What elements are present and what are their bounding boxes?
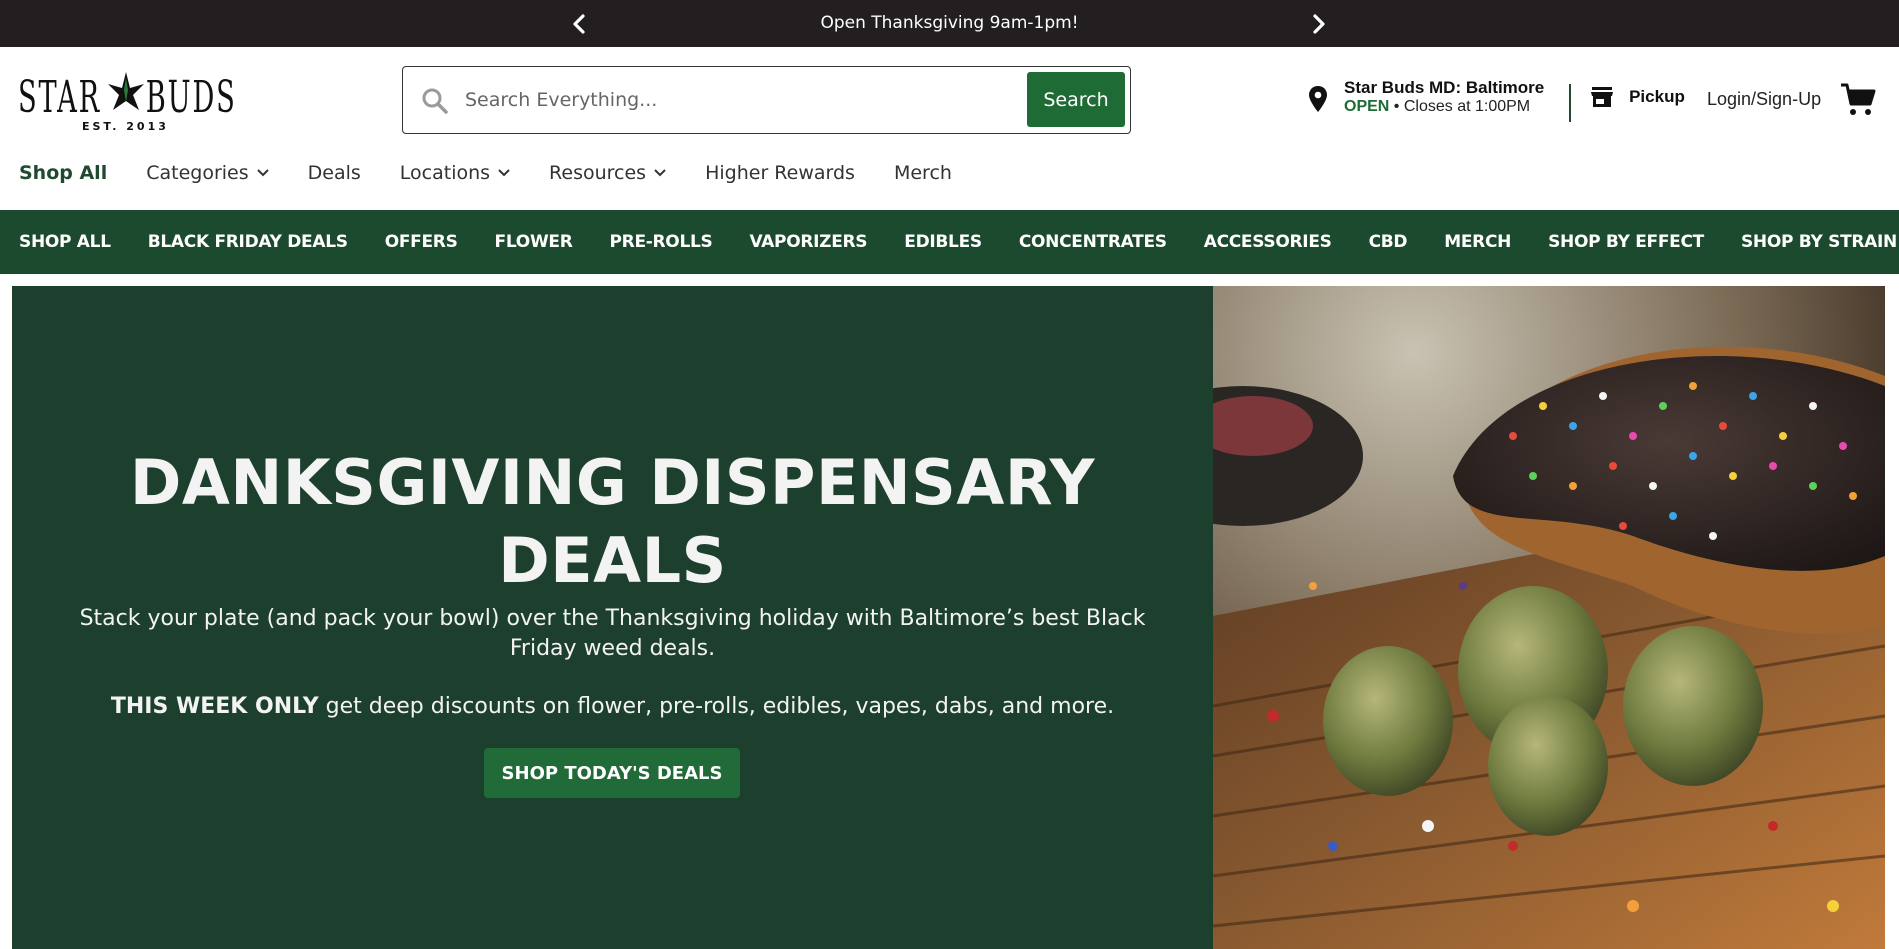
hero-title: DANKSGIVING DISPENSARY DEALS xyxy=(12,444,1213,600)
category-flower[interactable]: FLOWER xyxy=(495,232,573,252)
chevron-right-icon[interactable] xyxy=(1308,12,1330,36)
category-shop-by-strain[interactable]: SHOP BY STRAIN xyxy=(1741,232,1897,252)
store-hours: OPEN • Closes at 1:00PM xyxy=(1344,98,1530,116)
category-black-friday-deals[interactable]: BLACK FRIDAY DEALS xyxy=(148,232,348,252)
store-closing-time: • Closes at 1:00PM xyxy=(1389,98,1531,115)
category-edibles[interactable]: EDIBLES xyxy=(904,232,982,252)
store-open-status: OPEN xyxy=(1344,98,1390,115)
category-pre-rolls[interactable]: PRE-ROLLS xyxy=(610,232,713,252)
nav-shop-all[interactable]: Shop All xyxy=(19,158,107,188)
nav-higher-rewards[interactable]: Higher Rewards xyxy=(705,158,855,188)
nav-resources-label: Resources xyxy=(549,162,647,184)
category-shop-all[interactable]: SHOP ALL xyxy=(19,232,111,252)
cart-icon[interactable] xyxy=(1840,82,1876,118)
category-offers[interactable]: OFFERS xyxy=(385,232,458,252)
category-bar: SHOP ALL BLACK FRIDAY DEALS OFFERS FLOWE… xyxy=(0,210,1899,274)
chevron-down-icon xyxy=(498,169,510,177)
shop-todays-deals-button[interactable]: SHOP TODAY'S DEALS xyxy=(484,748,740,798)
hero-promo-rest: get deep discounts on flower, pre-rolls,… xyxy=(318,694,1115,719)
pickup-label: Pickup xyxy=(1629,87,1685,106)
svg-text:STAR: STAR xyxy=(18,71,101,123)
chevron-down-icon xyxy=(654,169,666,177)
announcement-text: Open Thanksgiving 9am-1pm! xyxy=(820,13,1079,33)
hero-title-line1: DANKSGIVING DISPENSARY xyxy=(129,446,1096,519)
nav-merch[interactable]: Merch xyxy=(894,158,952,188)
svg-text:BUDS: BUDS xyxy=(146,71,237,123)
nav-categories[interactable]: Categories xyxy=(146,158,269,188)
category-merch[interactable]: MERCH xyxy=(1444,232,1511,252)
nav-resources[interactable]: Resources xyxy=(549,158,666,188)
storefront-icon xyxy=(1590,86,1614,108)
hero-promo-text: THIS WEEK ONLY get deep discounts on flo… xyxy=(62,692,1163,722)
pickup-button[interactable]: Pickup xyxy=(1590,86,1685,108)
category-vaporizers[interactable]: VAPORIZERS xyxy=(749,232,867,252)
search-button[interactable]: Search xyxy=(1027,72,1125,127)
nav-categories-label: Categories xyxy=(146,162,249,184)
hero-promo-bold: THIS WEEK ONLY xyxy=(110,694,319,719)
category-concentrates[interactable]: CONCENTRATES xyxy=(1019,232,1167,252)
login-signup-link[interactable]: Login/Sign-Up xyxy=(1707,89,1821,110)
category-shop-by-effect[interactable]: SHOP BY EFFECT xyxy=(1548,232,1704,252)
header-divider xyxy=(1569,84,1571,122)
category-cbd[interactable]: CBD xyxy=(1369,232,1408,252)
search-bar: Search xyxy=(402,66,1131,134)
hero-title-line2: DEALS xyxy=(498,524,727,597)
star-buds-logo[interactable]: STAR BUDS EST. 2013 xyxy=(18,68,238,133)
hero-description: Stack your plate (and pack your bowl) ov… xyxy=(79,606,1146,661)
location-pin-icon xyxy=(1309,86,1327,112)
chevron-down-icon xyxy=(256,169,269,177)
search-input[interactable] xyxy=(463,81,903,119)
announcement-bar: Open Thanksgiving 9am-1pm! xyxy=(0,0,1899,47)
search-icon xyxy=(421,87,449,115)
logo-est-text: EST. 2013 xyxy=(82,120,169,132)
store-name: Star Buds MD: Baltimore xyxy=(1344,78,1545,97)
main-nav: Shop All Categories Deals Locations Reso… xyxy=(19,158,991,188)
nav-locations[interactable]: Locations xyxy=(400,158,510,188)
nav-locations-label: Locations xyxy=(399,162,491,184)
category-accessories[interactable]: ACCESSORIES xyxy=(1204,232,1332,252)
hero-banner: DANKSGIVING DISPENSARY DEALS Stack your … xyxy=(12,286,1213,949)
nav-deals[interactable]: Deals xyxy=(308,158,361,188)
hero-image xyxy=(1213,286,1885,949)
